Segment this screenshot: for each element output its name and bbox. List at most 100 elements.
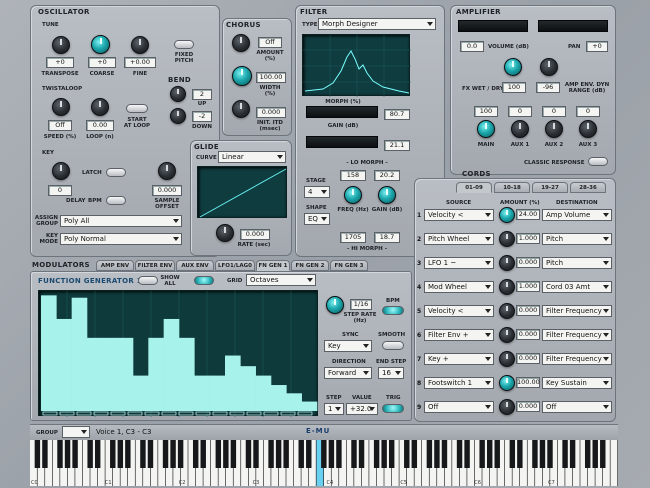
coarse-value[interactable]: +0	[88, 57, 116, 68]
fg-step-bar[interactable]	[194, 375, 210, 411]
delay-knob[interactable]	[52, 162, 70, 180]
step-select[interactable]: 1	[324, 403, 344, 415]
black-key[interactable]	[358, 440, 365, 468]
transpose-value[interactable]: +0	[46, 57, 74, 68]
cord-amount-knob[interactable]	[499, 255, 515, 271]
sample-offset-value[interactable]: 0.000	[152, 185, 182, 196]
fg-step-bar[interactable]	[179, 337, 195, 411]
black-key[interactable]	[125, 440, 131, 468]
volume-value[interactable]: 0.0	[460, 41, 484, 52]
black-key[interactable]	[404, 440, 410, 468]
fg-step-bar[interactable]	[133, 375, 149, 411]
latch-toggle[interactable]	[106, 168, 126, 177]
chorus-width-value[interactable]: 100.00	[256, 72, 286, 83]
fg-step-bar[interactable]	[271, 385, 287, 411]
coarse-knob[interactable]	[91, 35, 110, 54]
black-key[interactable]	[434, 440, 440, 468]
cord-destination-select[interactable]: Pitch	[542, 257, 612, 269]
volume-slider[interactable]	[458, 20, 528, 32]
fine-value[interactable]: +0.00	[124, 57, 156, 68]
amp-output-value[interactable]: 0	[542, 106, 566, 117]
black-key[interactable]	[351, 440, 357, 468]
fixed-pitch-toggle[interactable]	[174, 40, 194, 49]
black-key[interactable]	[215, 440, 222, 468]
black-key[interactable]	[539, 440, 546, 468]
cord-amount-value[interactable]: 1.000	[516, 233, 540, 244]
black-key[interactable]	[87, 440, 93, 468]
cord-destination-select[interactable]: Filter Frequency	[542, 305, 612, 317]
cord-amount-knob[interactable]	[499, 399, 515, 415]
black-key[interactable]	[117, 440, 124, 468]
black-key[interactable]	[57, 440, 63, 468]
shape-select[interactable]: EQ	[304, 213, 330, 225]
gain-slider[interactable]	[306, 136, 378, 148]
classic-response-toggle[interactable]	[588, 157, 608, 166]
loop-knob[interactable]	[91, 98, 109, 116]
cord-source-select[interactable]: Pitch Wheel	[424, 233, 494, 245]
cord-source-select[interactable]: Key +	[424, 353, 494, 365]
fg-step-bar[interactable]	[301, 401, 318, 411]
black-key[interactable]	[170, 440, 176, 468]
fg-step-bar[interactable]	[255, 375, 272, 411]
black-key[interactable]	[532, 440, 538, 468]
value-select[interactable]: +32.0	[346, 403, 378, 415]
amp-output-knob[interactable]	[545, 120, 563, 138]
cord-amount-value[interactable]: 1.000	[516, 281, 540, 292]
black-key[interactable]	[34, 440, 41, 468]
black-key[interactable]	[162, 440, 169, 468]
step-rate-value[interactable]: 1/16	[350, 299, 372, 310]
black-key[interactable]	[592, 440, 598, 468]
key-mode-select[interactable]: Poly Normal	[60, 233, 182, 245]
amp-env-range-knob[interactable]	[540, 58, 558, 76]
modulator-tab[interactable]: LFO1/LAG0	[215, 260, 255, 271]
keyboard-keys[interactable]: C0 C1 C2 C3 C4 C5 C6 C7	[30, 440, 618, 486]
cords-tab[interactable]: 10-18	[494, 182, 530, 193]
amp-output-knob[interactable]	[477, 120, 495, 138]
amp-output-knob[interactable]	[511, 120, 529, 138]
bend-down-knob[interactable]	[170, 108, 186, 124]
black-key[interactable]	[200, 440, 206, 468]
smooth-toggle[interactable]	[382, 341, 404, 350]
bpm-toggle[interactable]	[106, 196, 126, 205]
cord-amount-knob[interactable]	[499, 327, 515, 343]
black-key[interactable]	[245, 440, 252, 468]
black-key[interactable]	[426, 440, 433, 468]
morph-value[interactable]: 80.7	[384, 109, 410, 120]
lo-freq-knob[interactable]	[344, 186, 362, 204]
cord-amount-knob[interactable]	[499, 279, 515, 295]
amp-output-value[interactable]: 0	[508, 106, 532, 117]
pan-slider[interactable]	[538, 20, 608, 32]
hi-freq-value[interactable]: 1705	[340, 232, 366, 243]
cord-amount-value[interactable]: 24.00	[516, 209, 540, 220]
amp-output-value[interactable]: 100	[474, 106, 498, 117]
delay-value[interactable]: 0	[48, 185, 72, 196]
black-key[interactable]	[321, 440, 327, 468]
direction-select[interactable]: Forward	[324, 367, 372, 379]
trig-button[interactable]	[382, 404, 404, 413]
black-key[interactable]	[72, 440, 78, 468]
cord-source-select[interactable]: Off	[424, 401, 494, 413]
cords-tab[interactable]: 01-09	[456, 182, 492, 193]
cord-source-select[interactable]: LFO 1 ~	[424, 257, 494, 269]
black-key[interactable]	[42, 440, 48, 468]
lo-gain-knob[interactable]	[378, 186, 396, 204]
fg-step-bar[interactable]	[209, 375, 226, 411]
black-key[interactable]	[177, 440, 184, 468]
black-key[interactable]	[306, 440, 312, 468]
bend-up-knob[interactable]	[170, 86, 186, 102]
cord-source-select[interactable]: Velocity <	[424, 209, 494, 221]
cord-amount-value[interactable]: 0.000	[516, 329, 540, 340]
chorus-amount-value[interactable]: Off	[258, 37, 282, 48]
cord-destination-select[interactable]: Filter Frequency	[542, 353, 612, 365]
modulator-tab[interactable]: AMP ENV	[96, 260, 134, 271]
lo-gain-value[interactable]: 20.2	[374, 170, 400, 181]
pan-value[interactable]: +0	[586, 41, 608, 52]
cord-amount-value[interactable]: 0.000	[516, 353, 540, 364]
fg-step-bar[interactable]	[87, 337, 103, 411]
cord-destination-select[interactable]: Key Sustain	[542, 377, 612, 389]
fx-wet-dry-knob[interactable]	[504, 58, 522, 76]
fg-step-bar[interactable]	[225, 355, 241, 411]
speed-knob[interactable]	[52, 98, 70, 116]
cord-destination-select[interactable]: Off	[542, 401, 612, 413]
gain-value[interactable]: 21.1	[384, 140, 410, 151]
